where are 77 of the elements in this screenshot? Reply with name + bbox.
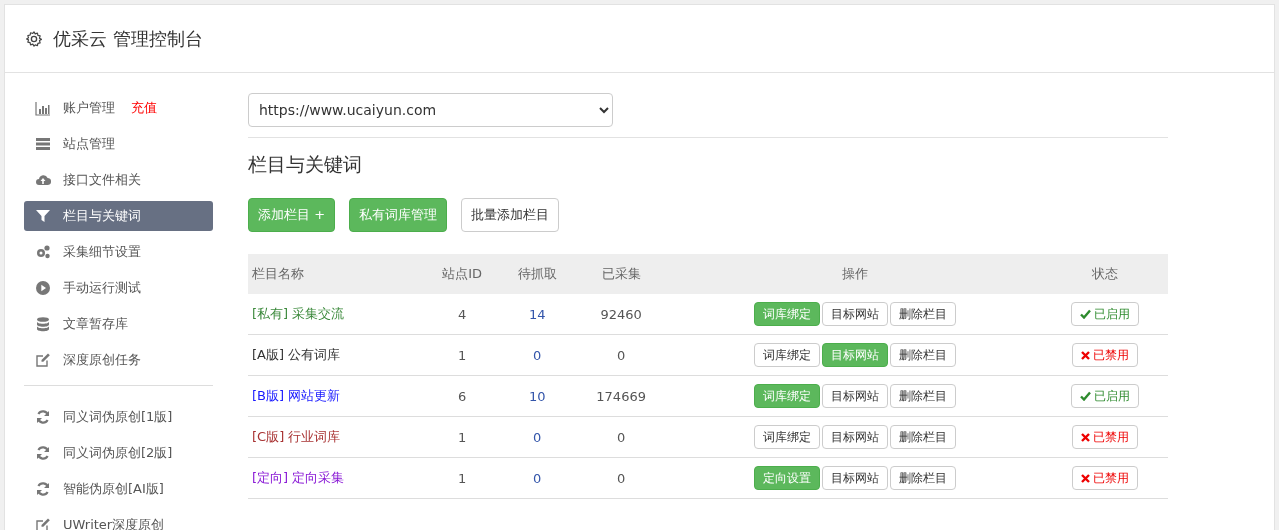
action-button[interactable]: 删除栏目 (889, 384, 956, 408)
table-cell: 0 (533, 470, 542, 486)
close-icon (1080, 432, 1090, 442)
check-icon (1079, 309, 1091, 319)
database-icon (35, 316, 51, 332)
category-name[interactable]: [C版] 行业词库 (252, 429, 341, 444)
sidebar-item[interactable]: 文章暂存库 (24, 309, 213, 339)
action-button[interactable]: 删除栏目 (889, 302, 956, 326)
settings-icon (25, 29, 43, 48)
edit-icon (35, 352, 51, 368)
table-cell: 0 (617, 470, 626, 486)
site-select[interactable]: https://www.ucaiyun.com (248, 93, 613, 127)
page-title: 优采云 管理控制台 (53, 26, 203, 51)
cloud-icon (35, 172, 51, 188)
status-button[interactable]: 已启用 (1070, 302, 1139, 326)
sidebar-item[interactable]: UWriter深度原创 (24, 510, 213, 530)
sidebar-item[interactable]: 智能伪原创[AI版] (24, 474, 213, 504)
sidebar-item[interactable]: 接口文件相关 (24, 165, 213, 195)
toolbar-button[interactable]: 批量添加栏目 (461, 198, 560, 232)
refresh-icon (35, 445, 51, 461)
column-header: 已采集 (601, 266, 641, 281)
action-button[interactable]: 词库绑定 (753, 425, 820, 449)
sidebar-item[interactable]: 站点管理 (24, 129, 213, 159)
recharge-link[interactable]: 充值 (131, 99, 157, 117)
action-button[interactable]: 目标网站 (821, 466, 888, 490)
status-button[interactable]: 已禁用 (1071, 425, 1138, 449)
category-name[interactable]: [A版] 公有词库 (252, 347, 341, 362)
status-button[interactable]: 已禁用 (1071, 466, 1138, 490)
table-cell: 92460 (600, 306, 642, 322)
column-header: 站点ID (442, 266, 483, 281)
table-cell: 4 (458, 306, 467, 322)
play-icon (35, 280, 51, 296)
table-cell: 6 (458, 388, 467, 404)
table-cell: 0 (617, 347, 626, 363)
refresh-icon (35, 409, 51, 425)
action-button[interactable]: 目标网站 (821, 425, 888, 449)
section-title: 栏目与关键词 (248, 152, 363, 177)
sidebar-item[interactable]: 采集细节设置 (24, 237, 213, 267)
action-button[interactable]: 删除栏目 (889, 343, 956, 367)
sidebar-item[interactable]: 同义词伪原创[2版] (24, 438, 213, 468)
table-cell: 0 (533, 347, 542, 363)
status-button[interactable]: 已启用 (1070, 384, 1139, 408)
filter-icon (35, 208, 51, 224)
column-header: 栏目名称 (252, 266, 304, 281)
sidebar-item[interactable]: 栏目与关键词 (24, 201, 213, 231)
table-cell: 10 (528, 388, 546, 404)
refresh-icon (35, 481, 51, 497)
column-header: 状态 (1091, 266, 1118, 281)
table-cell: 1 (458, 470, 467, 486)
sidebar-item[interactable]: 手动运行测试 (24, 273, 213, 303)
table-cell: 1 (458, 347, 467, 363)
category-name[interactable]: [B版] 网站更新 (252, 388, 341, 403)
check-icon (1079, 391, 1091, 401)
chart-icon (35, 100, 51, 116)
category-name[interactable]: [定向] 定向采集 (252, 470, 345, 485)
close-icon (1080, 473, 1090, 483)
action-button[interactable]: 删除栏目 (889, 466, 956, 490)
action-button[interactable]: 目标网站 (821, 384, 888, 408)
table-cell: 14 (528, 306, 546, 322)
sidebar-item[interactable]: 同义词伪原创[1版] (24, 402, 213, 432)
table-cell: 1 (458, 429, 467, 445)
sidebar-item[interactable]: 深度原创任务 (24, 345, 213, 375)
category-name[interactable]: [私有] 采集交流 (252, 306, 345, 321)
sidebar-item[interactable]: 账户管理 充值 (24, 93, 213, 123)
edit-icon (35, 517, 51, 530)
status-button[interactable]: 已禁用 (1071, 343, 1138, 367)
action-button[interactable]: 词库绑定 (753, 343, 820, 367)
close-icon (1080, 350, 1090, 360)
action-button[interactable]: 删除栏目 (889, 425, 956, 449)
table-cell: 0 (617, 429, 626, 445)
action-button[interactable]: 目标网站 (821, 302, 888, 326)
server-icon (35, 136, 51, 152)
column-header: 操作 (841, 266, 868, 281)
table-cell: 174669 (596, 388, 646, 404)
table-cell: 0 (533, 429, 542, 445)
column-header: 待抓取 (517, 266, 557, 281)
gears-icon (35, 244, 51, 260)
